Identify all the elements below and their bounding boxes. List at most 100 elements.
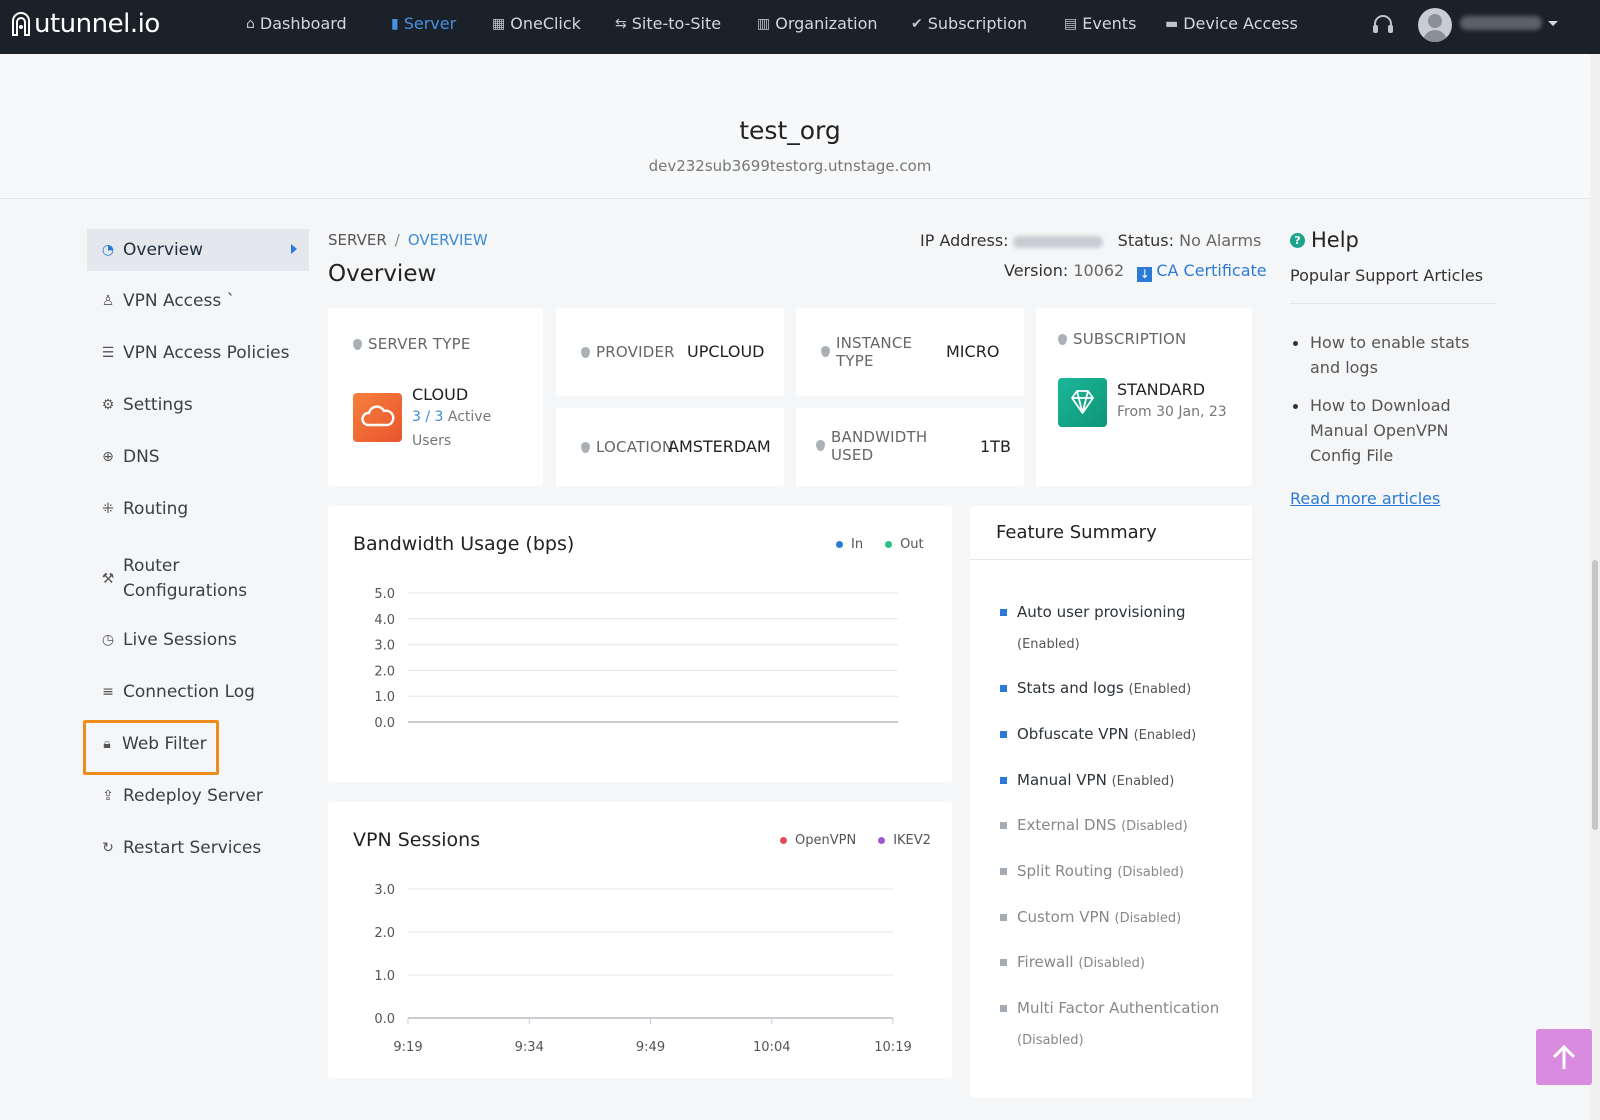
provider-card: PROVIDER UPCLOUD <box>556 308 784 396</box>
shield-icon <box>581 347 590 358</box>
nav-subscription[interactable]: ✔ Subscription <box>911 14 1027 33</box>
instance-type-value: MICRO <box>946 342 1000 361</box>
bullet-square-icon <box>1000 609 1007 616</box>
download-icon: ↓ <box>1137 267 1153 282</box>
bullet-square-icon <box>1000 868 1007 875</box>
feature-status: (Enabled) <box>1133 728 1197 743</box>
instance-type-card: INSTANCE TYPE MICRO <box>796 308 1024 396</box>
help-article-download-openvpn[interactable]: How to Download Manual OpenVPN Config Fi… <box>1293 393 1495 468</box>
y-tick-label: 2.0 <box>374 926 395 941</box>
list-icon: ▤ <box>1064 15 1078 32</box>
x-tick-label: 10:19 <box>874 1040 911 1055</box>
pie-chart-icon: ◔ <box>101 242 115 258</box>
logo[interactable]: utunnel.io <box>10 9 160 39</box>
ca-certificate-link[interactable]: ↓ CA Certificate <box>1137 261 1267 282</box>
feature-item: Custom VPN (Disabled) <box>1000 902 1230 934</box>
y-tick-label: 3.0 <box>374 883 395 898</box>
page-scrollbar-thumb[interactable] <box>1592 560 1598 830</box>
location-card: LOCATION AMSTERDAM <box>556 408 784 486</box>
feature-item: Manual VPN (Enabled) <box>1000 765 1230 797</box>
top-navbar: utunnel.io ⌂ Dashboard ▮ Server ▦ OneClick … <box>0 0 1600 54</box>
nav-dashboard[interactable]: ⌂ Dashboard <box>246 14 347 33</box>
feature-status: (Disabled) <box>1117 865 1184 880</box>
vpn-sessions-chart-card: VPN Sessions OpenVPN IKEV2 3.0 2.0 1.0 0.0 9… <box>328 802 952 1078</box>
breadcrumb-server[interactable]: SERVER <box>328 231 387 249</box>
sidebar-item-live-sessions[interactable]: ◷ Live Sessions <box>87 630 309 650</box>
chevron-down-icon[interactable] <box>1548 21 1558 26</box>
home-icon: ⌂ <box>246 15 255 32</box>
feature-item: Firewall (Disabled) <box>1000 947 1230 979</box>
sidebar-item-connection-log[interactable]: ≡ Connection Log <box>87 682 309 702</box>
feature-name: Custom VPN <box>1017 908 1110 926</box>
bullet-square-icon <box>1000 777 1007 784</box>
page-title: Overview <box>328 261 437 287</box>
bullet-square-icon <box>1000 685 1007 692</box>
sidebar-item-settings[interactable]: ⚙ Settings <box>87 395 309 415</box>
active-users-count: 3 / 3 <box>412 409 444 425</box>
vpn-sessions-chart: 3.0 2.0 1.0 0.0 9:19 9:34 9:49 10:04 10:19 <box>374 883 911 1055</box>
diamond-icon <box>1058 378 1107 427</box>
feature-item: Stats and logs (Enabled) <box>1000 673 1230 705</box>
shield-icon <box>353 339 362 350</box>
restart-icon: ↻ <box>102 840 114 856</box>
sidebar-item-vpn-access-policies[interactable]: ☰ VPN Access Policies <box>87 343 309 363</box>
bandwidth-chart: 5.0 4.0 3.0 2.0 1.0 0.0 <box>374 587 898 731</box>
headset-icon[interactable] <box>1370 12 1396 38</box>
nav-device-access[interactable]: ▬ Device Access <box>1165 14 1298 33</box>
nav-events[interactable]: ▤ Events <box>1064 14 1136 33</box>
feature-status: (Enabled) <box>1017 637 1080 652</box>
x-tick-label: 9:49 <box>636 1040 665 1055</box>
bullet-square-icon <box>1000 959 1007 966</box>
sidebar-item-vpn-access[interactable]: ♙ VPN Access ` <box>87 291 309 311</box>
org-domain: dev232sub3699testorg.utnstage.com <box>648 157 932 175</box>
feature-name: Firewall <box>1017 953 1074 971</box>
bandwidth-used-card: BANDWIDTH USED 1TB <box>796 408 1024 486</box>
feature-name: Manual VPN <box>1017 771 1107 789</box>
user-name-redacted[interactable] <box>1460 16 1542 30</box>
shield-icon <box>581 442 590 453</box>
grid-icon: ▦ <box>492 15 506 32</box>
nav-oneclick[interactable]: ▦ OneClick <box>492 14 581 33</box>
list-icon: ☰ <box>101 345 115 361</box>
bandwidth-chart-card: Bandwidth Usage (bps) In Out 5.0 4.0 3.0 2.… <box>328 506 952 782</box>
avatar[interactable] <box>1418 8 1452 42</box>
globe-icon: ⊕ <box>102 449 114 465</box>
status-value: No Alarms <box>1179 231 1262 250</box>
check-circle-icon: ✔ <box>911 15 923 32</box>
gear-icon: ⚙ <box>101 397 115 413</box>
feature-name: Auto user provisioning <box>1017 603 1186 621</box>
feature-name: External DNS <box>1017 816 1117 834</box>
help-article-stats-logs[interactable]: How to enable stats and logs <box>1293 330 1495 380</box>
sidebar-item-overview[interactable]: ◔ Overview <box>87 229 309 271</box>
read-more-articles-link[interactable]: Read more articles <box>1290 489 1440 508</box>
bullet-square-icon <box>1000 731 1007 738</box>
help-title: ? Help <box>1290 228 1359 252</box>
sidebar-item-redeploy-server[interactable]: ⇪ Redeploy Server <box>87 786 309 806</box>
feature-name: Multi Factor Authentication <box>1017 999 1220 1017</box>
x-tick-label: 10:04 <box>753 1040 790 1055</box>
server-icon: ▮ <box>391 15 399 32</box>
bullet-square-icon <box>1000 914 1007 921</box>
subscription-card: SUBSCRIPTION STANDARD From 30 Jan, 23 <box>1036 308 1252 486</box>
org-name: test_org <box>739 116 841 145</box>
feature-status: (Enabled) <box>1111 774 1175 789</box>
bandwidth-used-value: 1TB <box>980 437 1011 456</box>
nav-organization[interactable]: ▥ Organization <box>757 14 878 33</box>
y-tick-label: 5.0 <box>374 587 395 602</box>
sidebar-item-router-configurations[interactable]: ⚒ Router Configurations <box>87 554 309 604</box>
y-tick-label: 3.0 <box>374 639 395 654</box>
nav-site-to-site[interactable]: ⇆ Site-to-Site <box>615 14 721 33</box>
feature-status: (Disabled) <box>1121 819 1188 834</box>
nav-server[interactable]: ▮ Server <box>391 14 456 33</box>
routing-icon: ⁜ <box>102 501 114 517</box>
sidebar-item-routing[interactable]: ⁜ Routing <box>87 499 309 519</box>
subscription-from: From 30 Jan, 23 <box>1117 404 1227 420</box>
provider-value: UPCLOUD <box>687 342 765 361</box>
sidebar-item-restart-services[interactable]: ↻ Restart Services <box>87 838 309 858</box>
y-tick-label: 1.0 <box>374 690 395 705</box>
scroll-to-top-button[interactable] <box>1536 1029 1592 1085</box>
sidebar-item-dns[interactable]: ⊕ DNS <box>87 447 309 467</box>
server-version: Version: 10062 ↓ CA Certificate <box>1004 261 1267 282</box>
feature-status: (Disabled) <box>1078 956 1145 971</box>
server-ip-status: IP Address: Status: No Alarms <box>920 231 1262 250</box>
